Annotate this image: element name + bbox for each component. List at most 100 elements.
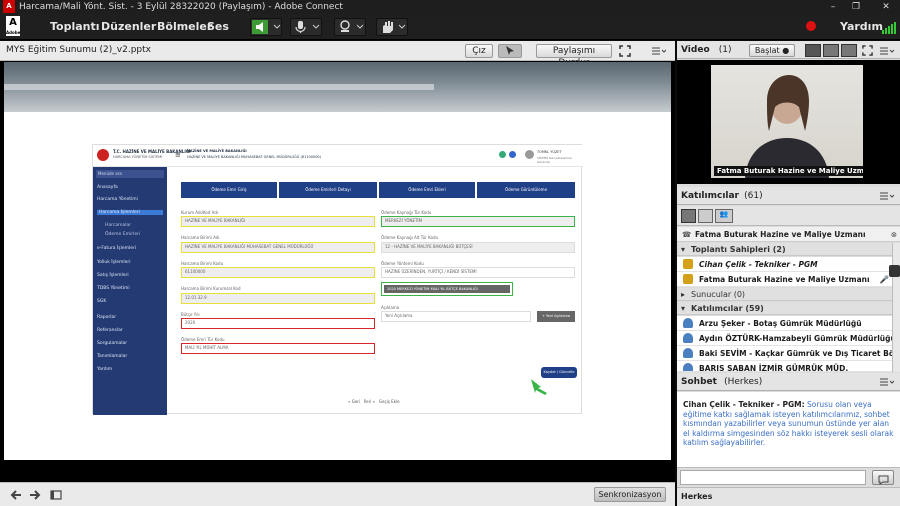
attendees-count: (61) [744, 191, 763, 201]
host-row[interactable]: Fatma Buturak Hazine ve Maliye Uzmanı 🎤 [677, 272, 892, 287]
field-label-type: Ödeme Emri Tür Kodu [181, 337, 225, 342]
attendees-title: Katılımcılar [681, 191, 739, 201]
wizard-steps: Ödeme Emri Giriş Ödeme Emirleri Detayı Ö… [181, 182, 575, 198]
presenters-section[interactable]: ▸ Sunucular (0) [677, 288, 892, 301]
prev-slide-icon[interactable] [10, 489, 22, 501]
webcam-icon [340, 20, 364, 32]
sidebar-item-spending-mgmt: Harcama Yönetimi [97, 197, 138, 202]
menu-pods[interactable]: Bölmeler [157, 20, 212, 33]
sync-button[interactable]: Senkronizasyon [594, 487, 666, 502]
fullscreen-icon[interactable] [619, 45, 631, 57]
window-title: Harcama/Mali Yönt. Sist. - 3 Eylül 28322… [19, 2, 343, 12]
expand-icon: ▸ [681, 290, 686, 299]
participant-icon [683, 333, 693, 343]
video-layout-3[interactable] [841, 44, 857, 57]
microphone-button[interactable] [290, 18, 322, 36]
hand-icon [383, 21, 406, 33]
side-tab-button[interactable] [889, 265, 900, 277]
pointer-button[interactable] [498, 44, 522, 58]
status-view-button[interactable]: 👥 [715, 209, 733, 223]
notification-icon [499, 151, 506, 158]
title-bar: A Harcama/Mali Yönt. Sist. - 3 Eylül 283… [0, 0, 900, 14]
participant-icon [683, 318, 693, 328]
video-layout-1[interactable] [805, 44, 821, 57]
video-layout-2[interactable] [823, 44, 839, 57]
microphone-icon [295, 21, 320, 33]
grid-view-button[interactable] [698, 209, 713, 223]
speaker-button[interactable] [250, 18, 282, 36]
slide-banner-stripe [4, 84, 434, 90]
field-label-kurumsal-kod: Harcama Birimi Kurumsal Kod [181, 286, 241, 291]
pod-menu-icon[interactable] [652, 47, 666, 55]
raise-hand-button[interactable] [376, 18, 408, 36]
field-kurumsal-kod: 12.01.32.9 [181, 293, 375, 304]
close-button[interactable]: ✕ [879, 0, 893, 14]
step-4: Ödeme Görüntüleme [504, 187, 548, 192]
user-avatar [525, 150, 534, 159]
participant-row[interactable]: BARIŞ SABAN İZMİR GÜMRÜK MÜD. [677, 361, 892, 372]
host-row[interactable]: Cihan Çelik - Tekniker - PGM [677, 257, 892, 272]
webcam-feed: Fatma Buturak Hazine ve Maliye Uzmanı [711, 65, 863, 178]
share-pod-header: MYS Eğitim Sunumu (2)_v2.pptx Çız Paylaş… [0, 41, 675, 68]
maximize-button[interactable]: ❐ [849, 0, 863, 14]
participant-icon [683, 348, 693, 358]
chat-input[interactable] [680, 470, 866, 485]
menu-audio[interactable]: Ses [207, 20, 229, 33]
participant-icon [683, 363, 693, 371]
stop-sharing-button[interactable]: Paylaşımı Durdur [536, 44, 612, 68]
participant-name: Baki SEVİM - Kaçkar Gümrük ve Dış Ticare… [699, 349, 892, 358]
hosts-label: Toplantı Sahipleri (2) [691, 245, 786, 254]
mic-active-icon: 🎤 [879, 275, 889, 284]
participant-row[interactable]: Baki SEVİM - Kaçkar Gümrük ve Dış Ticare… [677, 346, 892, 361]
attendees-menu-icon[interactable] [880, 192, 894, 200]
video-area: Fatma Buturak Hazine ve Maliye Uzmanı [677, 60, 900, 184]
chat-tab-everyone[interactable]: Herkes [681, 492, 712, 501]
participant-row[interactable]: Arzu Şeker - Botaş Gümrük Müdürlüğü [677, 316, 892, 331]
sidebar-item-efatura: e-Fatura İşlemleri [97, 246, 137, 251]
chat-footer: Herkes [677, 487, 900, 506]
sidebar-item-satis: Satış İşlemleri [97, 273, 129, 278]
presenter-silhouette [745, 75, 829, 178]
participant-name: Arzu Şeker - Botaş Gümrük Müdürlüğü [699, 319, 862, 328]
green-arrow-icon [531, 379, 547, 395]
next-slide-icon[interactable] [29, 489, 41, 501]
field-type: MALİ YIL MÜHİT ALMA [181, 343, 375, 354]
active-speaker-icon: ☎ [682, 230, 692, 239]
participant-row[interactable]: Aydın ÖZTÜRK-Hamzabeyli Gümrük Müdürlüğü [677, 331, 892, 346]
header-center-1: HAZİNE VE MALİYE BAKANLIĞI [187, 149, 247, 153]
clear-speaker-icon[interactable]: ⊗ [891, 227, 897, 242]
video-menu-icon[interactable] [880, 47, 894, 55]
step-3: Ödeme Emri Ekleri [379, 182, 477, 198]
start-webcam-button[interactable]: Başlat ● [749, 44, 795, 57]
sidebar-toggle-icon[interactable] [50, 489, 62, 501]
attendee-scrollbar[interactable] [892, 243, 900, 372]
video-fullscreen-icon[interactable] [862, 45, 873, 56]
video-title: Video [681, 45, 710, 55]
header-center-2: HAZİNE VE MALİYE BAKANLIĞI MUHASEBAT GEN… [187, 155, 322, 159]
header-user-2: SİSTEM Gerçekleştirme Görevlisi [537, 156, 572, 164]
exit-draw-button[interactable]: Çız [465, 44, 493, 58]
minimize-button[interactable]: – [826, 0, 840, 14]
video-count: (1) [718, 45, 732, 55]
collapse-icon: ▾ [681, 304, 686, 313]
field-desc: Yeni Açıklama [381, 311, 531, 322]
record-indicator[interactable] [806, 21, 816, 31]
send-button[interactable] [872, 470, 894, 485]
sidebar-item-queries: Sorgulamalar [97, 341, 128, 346]
chat-sender: Cihan Çelik - Tekniker - PGM: [683, 400, 805, 409]
sidebar-item-spendings: Harcamalar [105, 223, 132, 228]
field-label-kaynak: Ödeme Kaynağı Tür Kodu [381, 210, 432, 215]
attendee-toolbar: 👥 [677, 206, 900, 226]
menu-layouts[interactable]: Düzenler [101, 20, 156, 33]
participants-section[interactable]: ▾ Katılımcılar (59) [677, 302, 892, 315]
menu-help[interactable]: Yardım [840, 20, 883, 33]
webcam-small-icon: ● [782, 46, 790, 55]
hosts-section[interactable]: ▾ Toplantı Sahipleri (2) [677, 243, 892, 256]
participants-label: Katılımcılar (59) [691, 304, 764, 313]
chat-menu-icon[interactable] [880, 378, 894, 386]
sidebar-item-references: Referanslar [97, 328, 123, 333]
menu-meeting[interactable]: Toplantı [50, 20, 100, 33]
list-view-button[interactable] [681, 209, 696, 223]
field-birim-adi: HAZİNE VE MALİYE BAKANLIĞI MUHASEBAT GEN… [181, 242, 375, 253]
camera-button[interactable] [334, 18, 366, 36]
